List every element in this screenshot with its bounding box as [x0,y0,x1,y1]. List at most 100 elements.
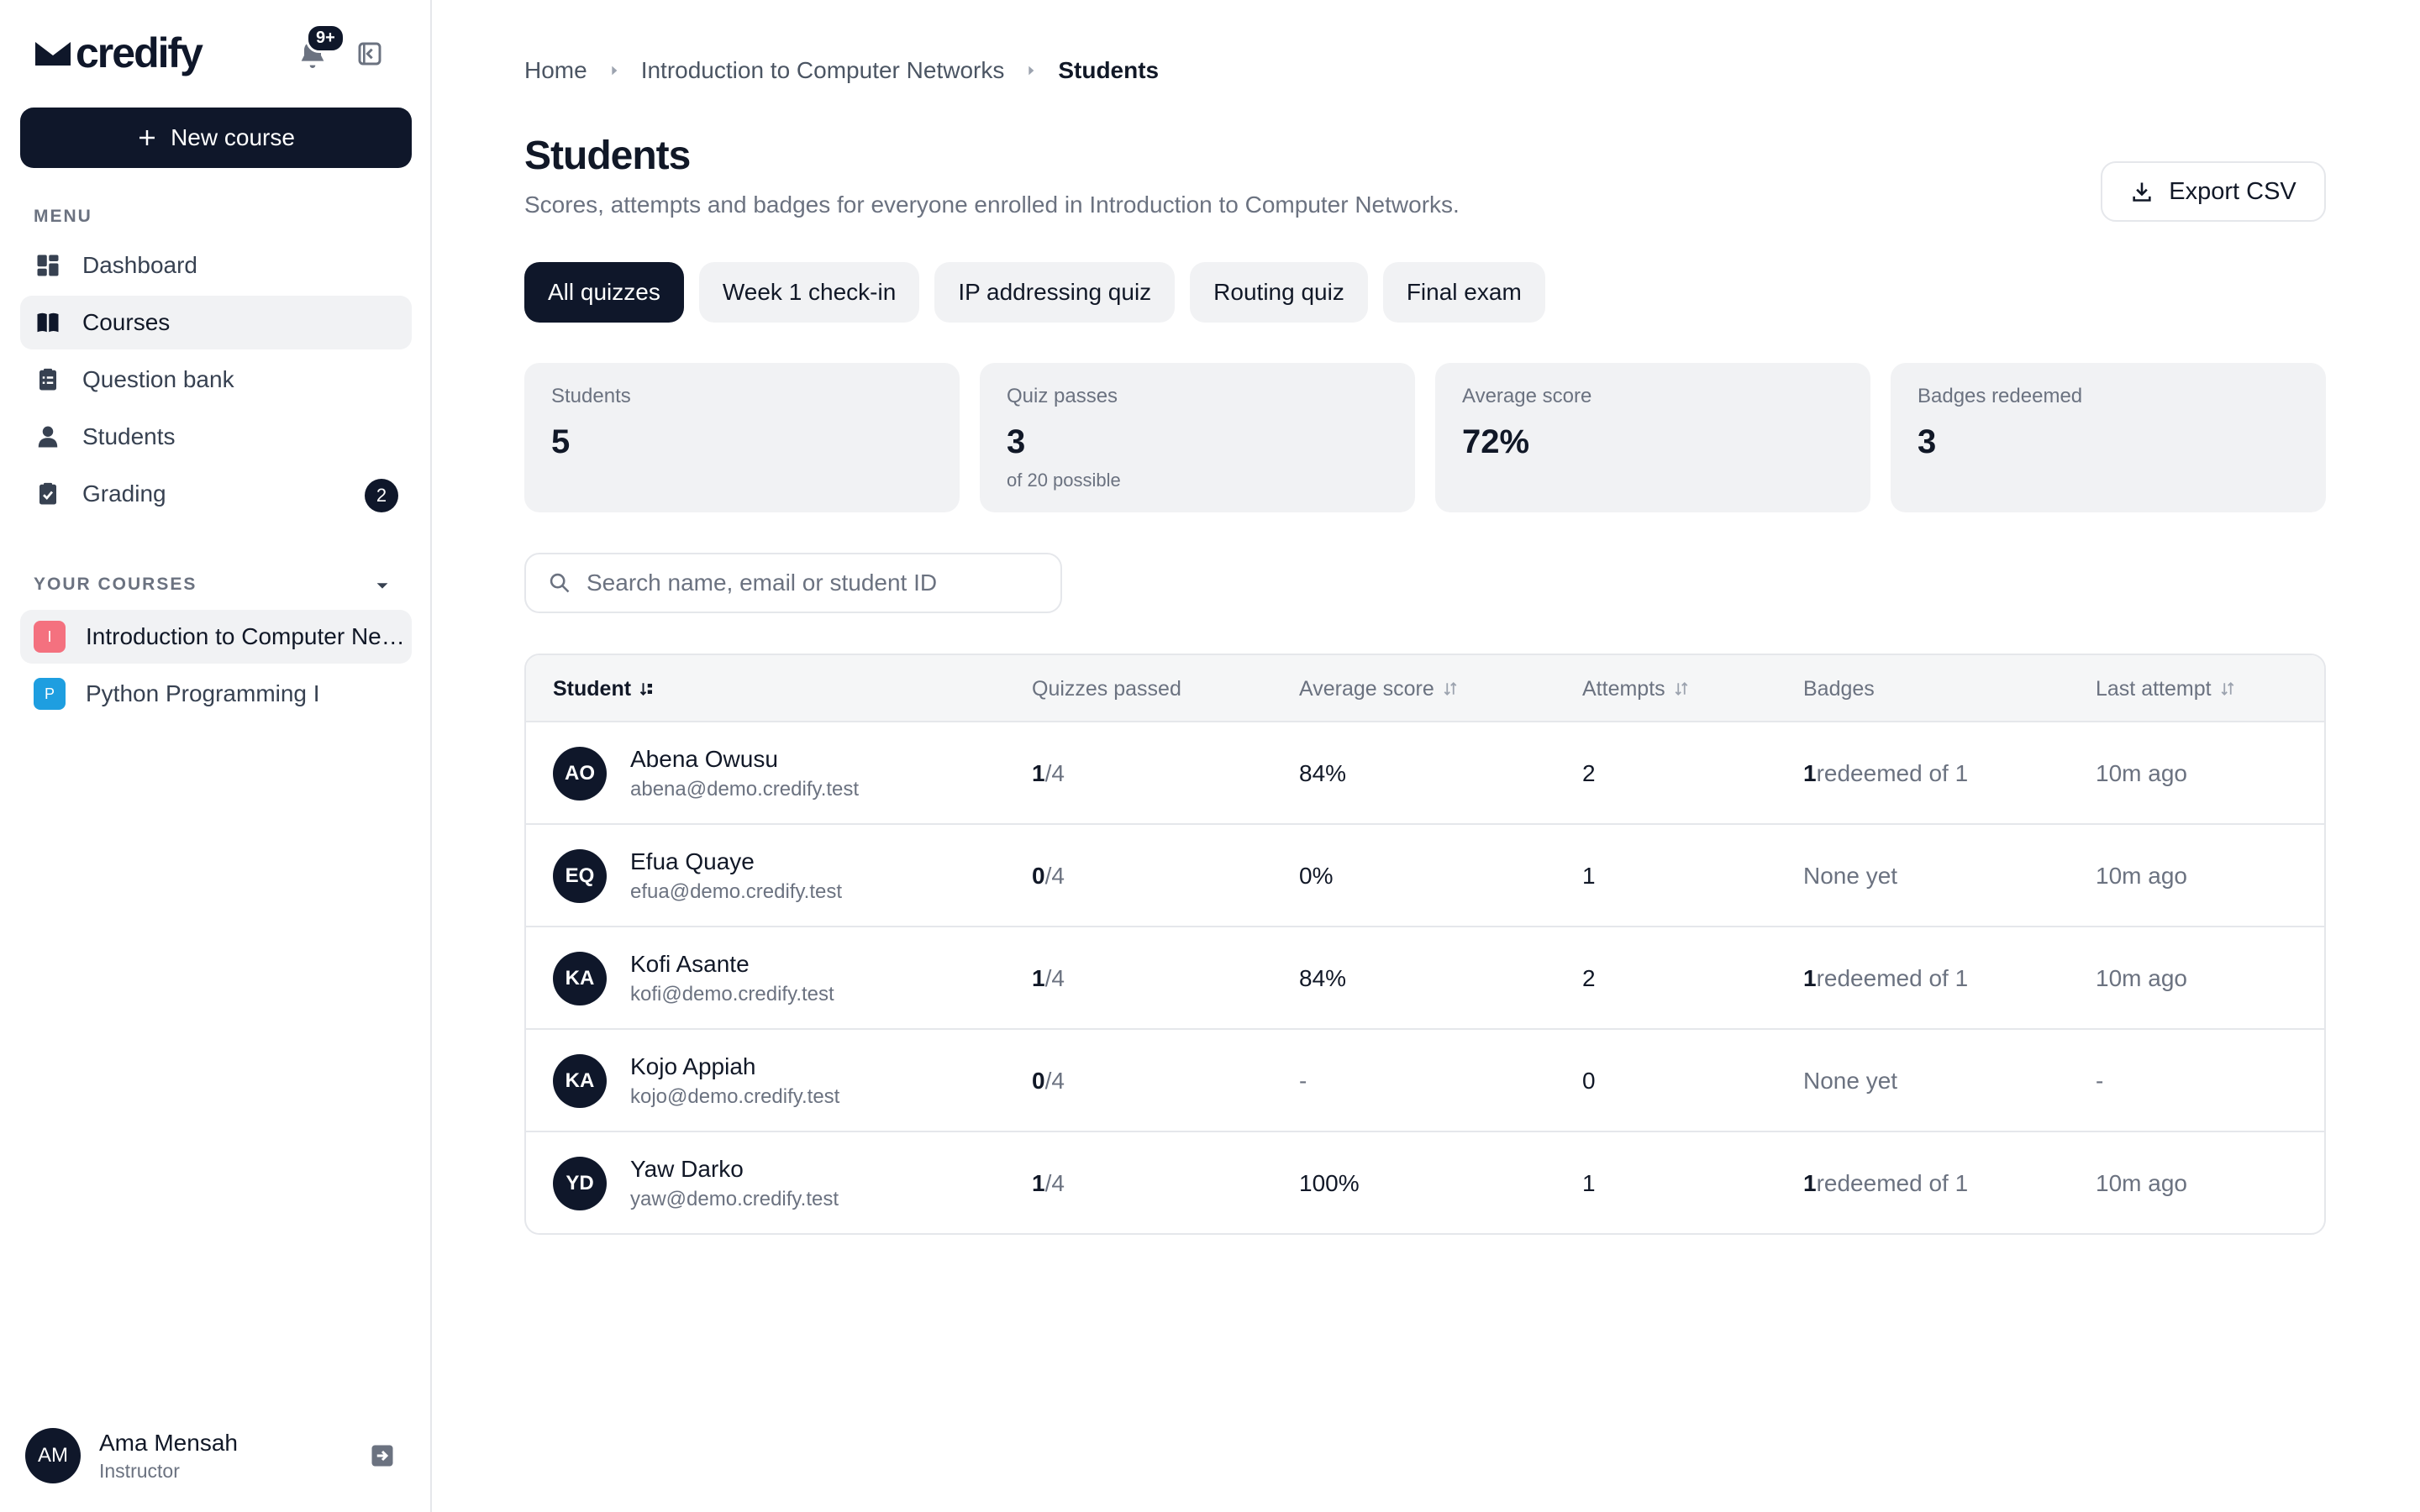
sort-icon [1675,681,1688,696]
attempts-cell: 0 [1582,1068,1596,1094]
table-row[interactable]: KA Kojo Appiah kojo@demo.credify.test 0/4… [526,1030,2324,1132]
passed-count: 1 [1032,760,1045,786]
passed-total: /4 [1044,1068,1065,1094]
stat-card-average-score: Average score 72% [1435,363,1870,512]
students-table: Student Quizzes passed Average score Att… [524,654,2326,1235]
last-attempt-cell: 10m ago [2096,965,2187,991]
badges-cell: 1 redeemed of 1 [1803,722,1968,825]
badges-cell: 1 redeemed of 1 [1803,927,1968,1030]
passed-total: /4 [1044,965,1065,991]
breadcrumb-course[interactable]: Introduction to Computer Networks [641,57,1005,84]
badges-cell: 1 redeemed of 1 [1803,1132,1968,1233]
tab-final-exam[interactable]: Final exam [1382,262,1545,323]
average-score-cell: 84% [1299,965,1347,991]
download-icon [2133,182,2151,202]
column-label: Attempts [1582,676,1665,701]
passed-count: 0 [1032,1068,1045,1094]
avatar: EQ [553,849,607,903]
student-email: kofi@demo.credify.test [630,983,834,1005]
stat-label: Average score [1462,385,1592,407]
badge-text: redeemed of 1 [1816,760,1969,786]
student-email: abena@demo.credify.test [630,778,860,801]
average-score-cell: 0% [1299,863,1334,889]
badge-text: None yet [1803,863,1898,889]
table-row[interactable]: AO Abena Owusu abena@demo.credify.test 1/… [526,722,2324,825]
search-input[interactable] [587,570,1040,596]
column-header-badges: Badges [1803,655,1875,722]
last-attempt-cell: 10m ago [2096,760,2187,786]
badge-text: None yet [1803,1068,1898,1094]
badges-cell: None yet [1803,1030,1897,1132]
badge-count: 1 [1803,965,1817,991]
student-name: Kojo Appiah [630,1053,756,1079]
quizzes-passed-cell: 0/4 [1032,1030,1065,1132]
quizzes-passed-cell: 1/4 [1032,1132,1065,1233]
stat-sub: of 20 possible [1007,470,1121,491]
student-name: Efua Quaye [630,848,755,874]
column-header-student[interactable]: Student [553,655,655,722]
passed-total: /4 [1044,863,1065,889]
chevron-right-icon [1028,66,1034,76]
student-cell: AO Abena Owusu abena@demo.credify.test [553,722,859,825]
tab-ip-addressing-quiz[interactable]: IP addressing quiz [934,262,1176,323]
student-name: Abena Owusu [630,746,778,772]
student-cell: EQ Efua Quaye efua@demo.credify.test [553,825,842,927]
student-email: yaw@demo.credify.test [630,1188,839,1210]
search-box[interactable] [524,553,1062,613]
table-row[interactable]: YD Yaw Darko yaw@demo.credify.test 1/4 10… [526,1132,2324,1233]
last-attempt-cell: 10m ago [2096,1170,2187,1196]
page-subtitle: Scores, attempts and badges for everyone… [524,192,1460,218]
quizzes-passed-cell: 1/4 [1032,927,1065,1030]
stat-card-badges-redeemed: Badges redeemed 3 [1891,363,2326,512]
average-score-cell: 84% [1299,760,1347,786]
table-row[interactable]: KA Kofi Asante kofi@demo.credify.test 1/4… [526,927,2324,1030]
column-header-average-score[interactable]: Average score [1299,655,1458,722]
stat-value: 72% [1462,423,1530,460]
column-label: Quizzes passed [1032,676,1181,701]
badges-cell: None yet [1803,825,1897,927]
badge-count: 1 [1803,760,1817,786]
student-name: Yaw Darko [630,1156,744,1182]
average-score-cell: - [1299,1068,1307,1094]
stat-label: Students [551,385,631,407]
tab-routing-quiz[interactable]: Routing quiz [1190,262,1368,323]
attempts-cell: 2 [1582,965,1596,991]
student-email: efua@demo.credify.test [630,880,843,903]
column-label: Average score [1299,676,1434,701]
column-label: Student [553,676,632,701]
page-title: Students [524,134,691,178]
stats-cards: Students 5 Quiz passes 3 of 20 possible … [524,363,2326,512]
search-icon [550,573,570,593]
sort-icon [2221,681,2233,696]
badge-text: redeemed of 1 [1816,965,1969,991]
table-row[interactable]: EQ Efua Quaye efua@demo.credify.test 0/4 … [526,825,2324,927]
last-attempt-cell: - [2096,1068,2104,1094]
avatar: KA [553,952,607,1005]
passed-count: 0 [1032,863,1045,889]
column-label: Last attempt [2096,676,2212,701]
column-label: Badges [1803,676,1875,701]
main-content: Home Introduction to Computer Networks S… [432,0,2420,1512]
last-attempt-cell: 10m ago [2096,863,2187,889]
student-cell: YD Yaw Darko yaw@demo.credify.test [553,1132,839,1233]
column-header-attempts[interactable]: Attempts [1582,655,1689,722]
quizzes-passed-cell: 0/4 [1032,825,1065,927]
quiz-filter-tabs: All quizzes Week 1 check-in IP addressin… [524,262,1545,323]
badge-count: 1 [1803,1170,1817,1196]
stat-value: 3 [1007,423,1026,460]
export-csv-button[interactable]: Export CSV [2101,161,2326,222]
average-score-cell: 100% [1299,1170,1360,1196]
attempts-cell: 1 [1582,863,1596,889]
passed-count: 1 [1032,1170,1045,1196]
column-header-last-attempt[interactable]: Last attempt [2096,655,2235,722]
tab-all-quizzes[interactable]: All quizzes [524,262,684,323]
breadcrumb-home[interactable]: Home [524,57,587,84]
tab-week-1-check-in[interactable]: Week 1 check-in [698,262,920,323]
column-header-quizzes-passed: Quizzes passed [1032,655,1181,722]
stat-card-quiz-passes: Quiz passes 3 of 20 possible [980,363,1415,512]
passed-total: /4 [1044,1170,1065,1196]
attempts-cell: 1 [1582,1170,1596,1196]
stat-value: 3 [1918,423,1937,460]
chevron-right-icon [612,66,618,76]
breadcrumb-current: Students [1058,57,1160,83]
